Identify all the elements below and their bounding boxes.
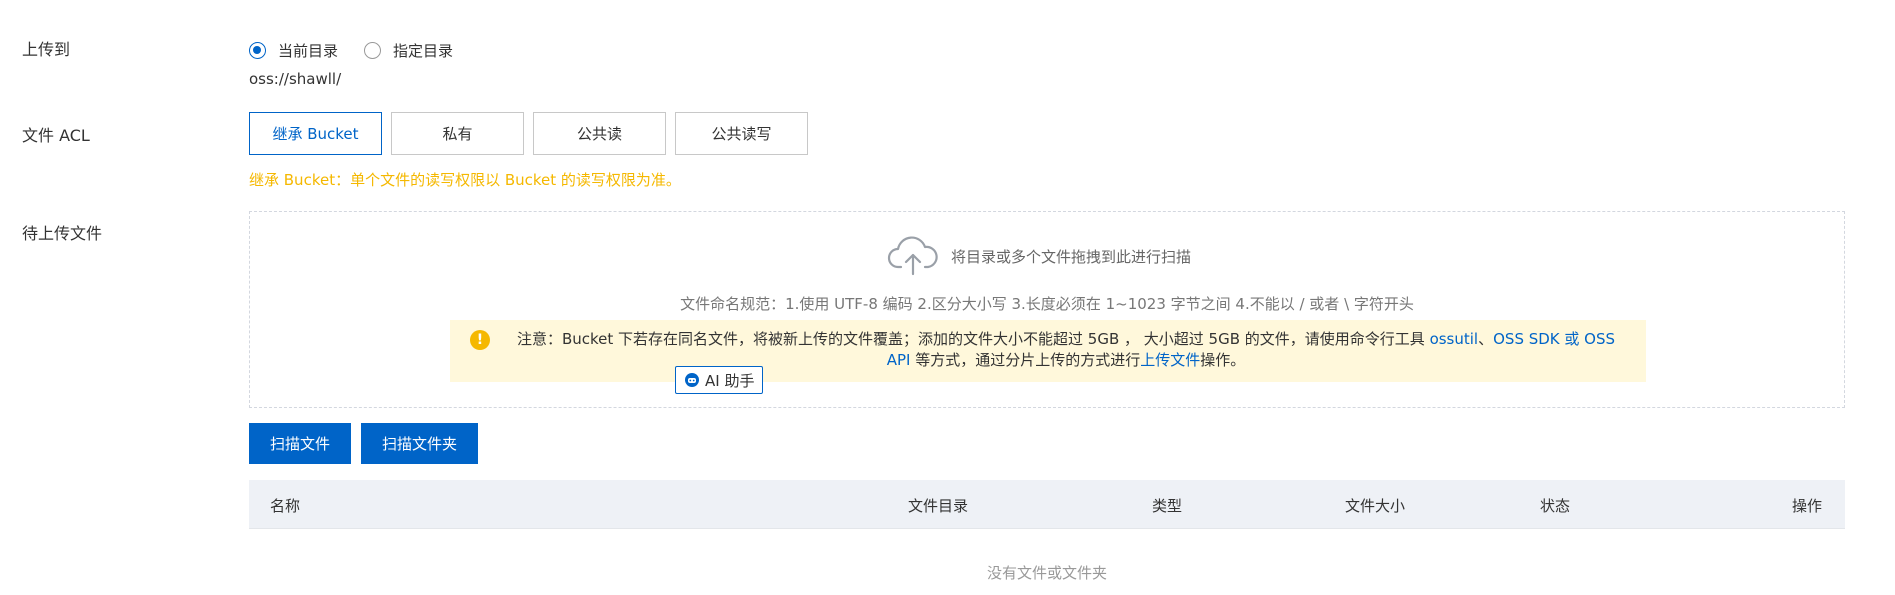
- cloud-upload-icon: [887, 236, 938, 276]
- notice-part: 操作。: [1200, 351, 1246, 369]
- radio-current-directory[interactable]: 当前目录: [249, 40, 338, 61]
- acl-public-read-button[interactable]: 公共读: [533, 112, 666, 155]
- upload-to-label: 上传到: [22, 40, 71, 59]
- radio-label: 指定目录: [393, 42, 454, 60]
- radio-checked-icon: [249, 42, 266, 59]
- ai-assistant-button[interactable]: AI 助手: [675, 366, 764, 394]
- notice-part: 等方式，通过分片上传的方式进行: [910, 351, 1141, 369]
- radio-label: 当前目录: [278, 42, 339, 60]
- scan-folder-button[interactable]: 扫描文件夹: [361, 423, 479, 464]
- acl-inherit-bucket-button[interactable]: 继承 Bucket: [249, 112, 382, 155]
- scan-files-button[interactable]: 扫描文件: [249, 423, 352, 464]
- notice-part: 注意：Bucket 下若存在同名文件，将被新上传的文件覆盖；添加的文件大小不能超…: [516, 330, 1430, 348]
- scan-button-group: 扫描文件 扫描文件夹: [249, 423, 488, 464]
- acl-hint: 继承 Bucket：单个文件的读写权限以 Bucket 的读写权限为准。: [249, 171, 681, 189]
- column-header-actions: 操作: [1792, 497, 1823, 515]
- drop-zone-text: 将目录或多个文件拖拽到此进行扫描: [951, 247, 1192, 266]
- upload-file-link[interactable]: 上传文件: [1140, 351, 1200, 369]
- column-header-size: 文件大小: [1345, 497, 1406, 515]
- acl-public-read-write-button[interactable]: 公共读写: [675, 112, 808, 155]
- radio-unchecked-icon: [364, 42, 382, 59]
- column-header-type: 类型: [1152, 497, 1183, 515]
- column-header-name: 名称: [270, 497, 301, 515]
- acl-private-button[interactable]: 私有: [391, 112, 524, 155]
- empty-table-text: 没有文件或文件夹: [986, 564, 1107, 582]
- naming-rule-text: 文件命名规范：1.使用 UTF-8 编码 2.区分大小写 3.长度必须在 1~1…: [680, 295, 1414, 313]
- drop-zone-title: 将目录或多个文件拖拽到此进行扫描: [887, 236, 1191, 276]
- upload-path: oss://shawll/: [249, 70, 342, 88]
- pending-files-label: 待上传文件: [22, 224, 103, 243]
- file-drop-zone[interactable]: 将目录或多个文件拖拽到此进行扫描 文件命名规范：1.使用 UTF-8 编码 2.…: [249, 211, 1845, 408]
- file-table-header: 名称 文件目录 类型 文件大小 状态 操作: [249, 480, 1845, 529]
- overwrite-notice: ! 注意：Bucket 下若存在同名文件，将被新上传的文件覆盖；添加的文件大小不…: [450, 320, 1646, 382]
- acl-button-group: 继承 Bucket 私有 公共读 公共读写: [249, 112, 817, 155]
- upload-target-radio-group: 当前目录 指定目录: [249, 40, 479, 61]
- ai-assistant-label: AI 助手: [705, 371, 755, 390]
- file-acl-label: 文件 ACL: [22, 126, 90, 145]
- column-header-directory: 文件目录: [908, 497, 969, 515]
- ossutil-link[interactable]: ossutil: [1430, 330, 1479, 348]
- radio-specified-directory[interactable]: 指定目录: [364, 40, 453, 61]
- column-header-status: 状态: [1540, 497, 1571, 515]
- notice-separator: 、: [1478, 330, 1494, 348]
- ai-assistant-icon: [685, 373, 699, 387]
- notice-text: 注意：Bucket 下若存在同名文件，将被新上传的文件覆盖；添加的文件大小不能超…: [506, 329, 1626, 371]
- warning-icon: !: [470, 330, 490, 350]
